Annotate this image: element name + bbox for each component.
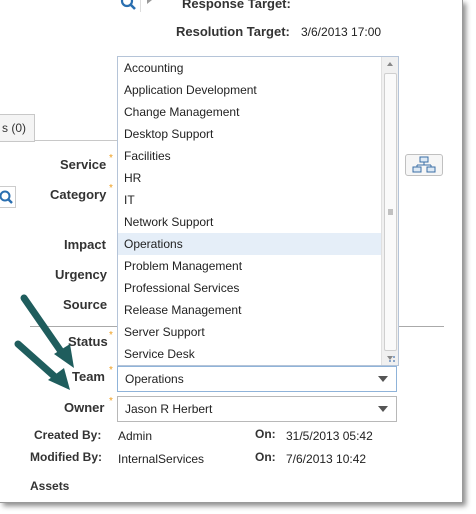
search-icon — [0, 190, 13, 204]
team-select-value: Operations — [125, 372, 184, 386]
team-option[interactable]: Accounting — [118, 57, 382, 79]
team-option[interactable]: Server Support — [118, 321, 382, 343]
team-option[interactable]: Desktop Support — [118, 123, 382, 145]
resize-grip-icon[interactable] — [388, 355, 396, 363]
created-by-value: Admin — [118, 429, 153, 443]
team-option[interactable]: Change Management — [118, 101, 382, 123]
team-option[interactable]: Service Desk — [118, 343, 382, 365]
tab-underline — [34, 140, 118, 141]
owner-select[interactable]: Jason R Herbert — [117, 396, 397, 422]
category-label: Category — [50, 187, 107, 202]
team-option[interactable]: Application Development — [118, 79, 382, 101]
team-option[interactable]: HR — [118, 167, 382, 189]
modified-by-value: InternalServices — [118, 452, 205, 466]
team-option[interactable]: Release Management — [118, 299, 382, 321]
team-option[interactable]: Network Support — [118, 211, 382, 233]
scrollbar-thumb[interactable] — [384, 73, 397, 351]
team-option[interactable]: IT — [118, 189, 382, 211]
modified-by-label: Modified By: — [30, 450, 102, 464]
modified-on-label: On: — [255, 450, 276, 464]
team-option[interactable]: Problem Management — [118, 255, 382, 277]
team-option[interactable]: Facilities — [118, 145, 382, 167]
service-label: Service — [60, 157, 107, 172]
search-icon — [120, 0, 152, 10]
modified-on-value: 7/6/2013 10:42 — [286, 452, 367, 466]
impact-label: Impact — [64, 237, 106, 252]
created-on-value: 31/5/2013 05:42 — [286, 429, 373, 443]
team-options: Accounting Application Development Change … — [118, 57, 382, 365]
search-button[interactable] — [118, 0, 152, 12]
created-by-label: Created By: — [34, 428, 102, 442]
owner-label: Owner — [64, 400, 105, 415]
tab-attachments[interactable]: s (0) — [0, 114, 35, 142]
list-scrollbar[interactable] — [381, 57, 398, 365]
team-dropdown-list[interactable]: Accounting Application Development Change … — [117, 56, 399, 366]
assets-label: Assets — [30, 479, 70, 493]
team-select[interactable]: Operations — [117, 366, 397, 392]
dropdown-arrow-icon — [378, 376, 388, 382]
team-option[interactable]: Operations — [118, 233, 382, 255]
team-option[interactable]: Professional Services — [118, 277, 382, 299]
category-search-button[interactable] — [0, 186, 16, 208]
owner-select-value: Jason R Herbert — [125, 402, 213, 416]
hierarchy-icon — [412, 156, 436, 173]
required-mark: * — [109, 183, 113, 194]
resolution-target-value: 3/6/2013 17:00 — [301, 25, 382, 39]
incident-form: Response Target: Resolution Target: 3/6/… — [0, 0, 463, 503]
dropdown-arrow-icon — [378, 406, 388, 412]
hierarchy-button[interactable] — [405, 154, 443, 176]
resolution-target-label: Resolution Target: — [176, 24, 290, 39]
created-on-label: On: — [255, 427, 276, 441]
urgency-label: Urgency — [55, 267, 108, 282]
divider — [140, 0, 141, 12]
annotation-arrows — [14, 294, 74, 390]
play-icon — [147, 0, 152, 4]
response-target-label: Response Target: — [182, 0, 291, 11]
required-mark: * — [109, 153, 113, 164]
